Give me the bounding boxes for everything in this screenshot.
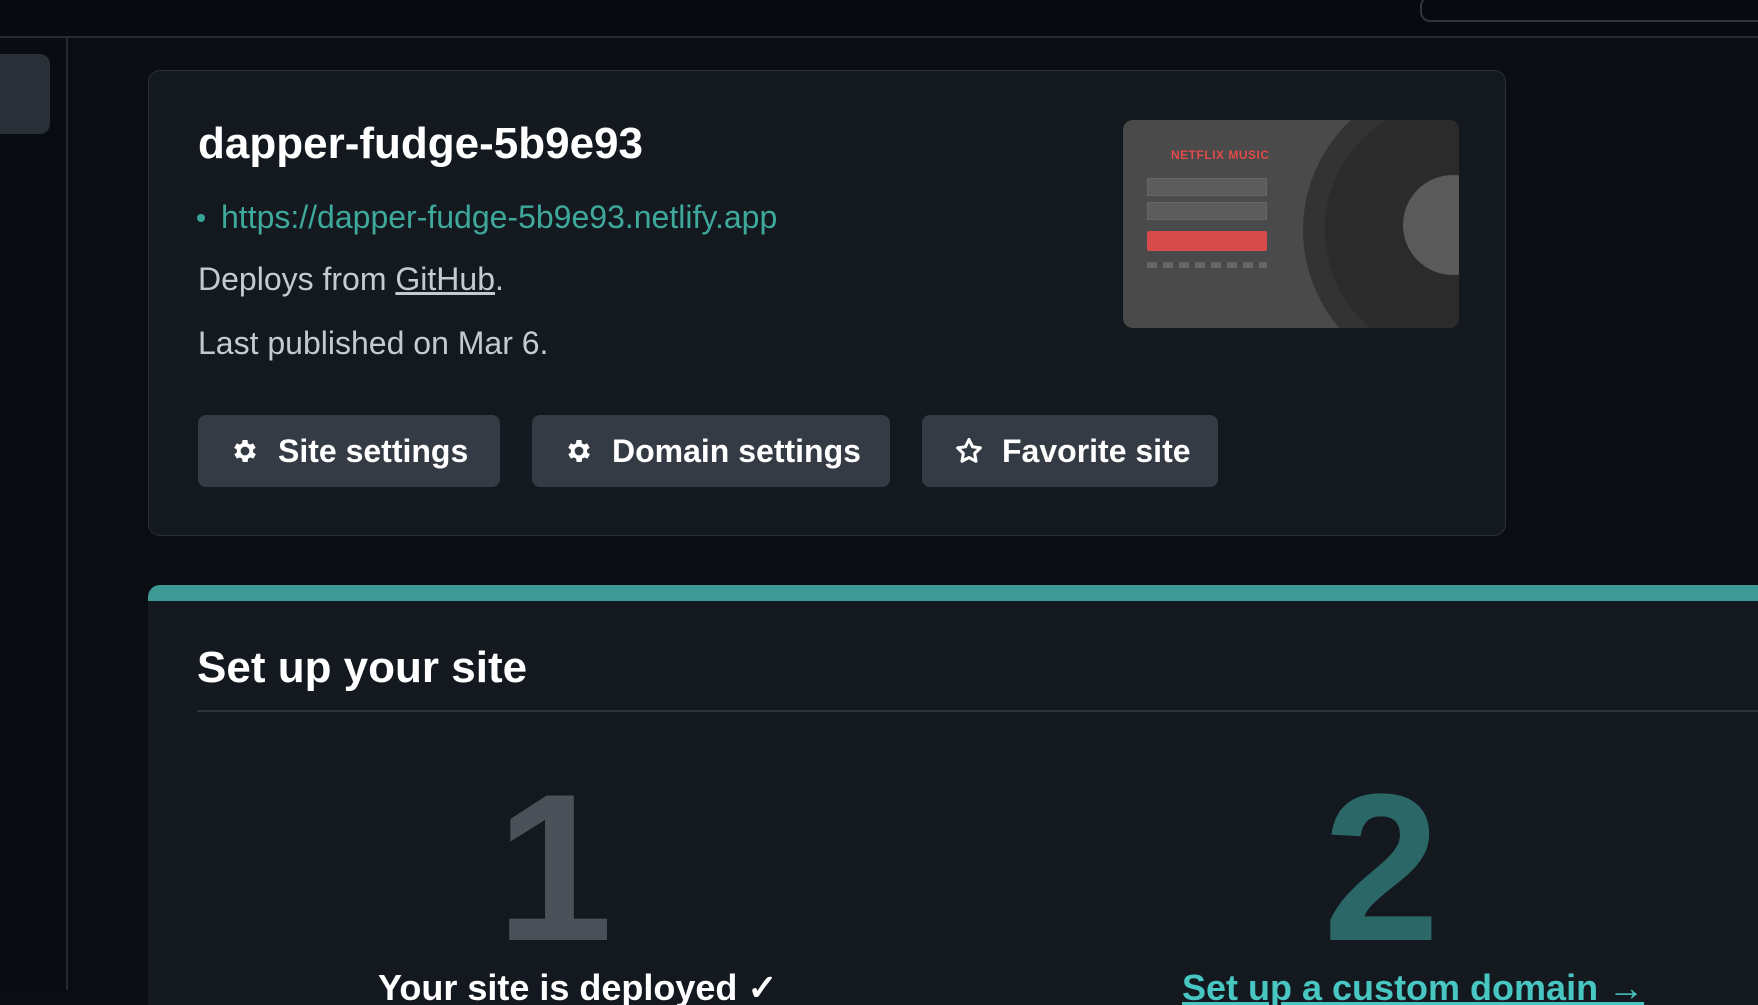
site-settings-button[interactable]: Site settings bbox=[198, 415, 500, 487]
preview-brand: NETFLIX MUSIC bbox=[1171, 148, 1270, 162]
domain-settings-label: Domain settings bbox=[612, 432, 861, 469]
preview-input bbox=[1147, 178, 1267, 196]
deploys-source-link[interactable]: GitHub bbox=[395, 261, 495, 297]
deploys-info: Deploys from GitHub. bbox=[198, 261, 504, 298]
deploys-suffix: . bbox=[494, 261, 504, 297]
preview-links bbox=[1147, 262, 1267, 268]
site-preview-thumbnail[interactable]: NETFLIX MUSIC bbox=[1123, 120, 1459, 328]
status-dot bbox=[197, 213, 205, 222]
domain-settings-button[interactable]: Domain settings bbox=[532, 415, 890, 487]
step-1-label: Your site is deployed ✓ bbox=[378, 967, 778, 1005]
gear-icon bbox=[568, 440, 590, 462]
gear-icon bbox=[234, 440, 256, 462]
favorite-site-button[interactable]: Favorite site bbox=[922, 415, 1218, 487]
step-2-number: 2 bbox=[1323, 750, 1440, 985]
site-name: dapper-fudge-5b9e93 bbox=[198, 119, 643, 168]
divider bbox=[197, 710, 1758, 712]
site-url-link[interactable]: https://dapper-fudge-5b9e93.netlify.app bbox=[221, 199, 777, 236]
setup-title: Set up your site bbox=[197, 643, 528, 692]
star-icon bbox=[956, 438, 982, 463]
step-2-link[interactable]: Set up a custom domain → bbox=[1182, 967, 1644, 1005]
preview-input bbox=[1147, 202, 1267, 220]
last-published: Last published on Mar 6. bbox=[198, 325, 549, 361]
sidebar bbox=[0, 38, 68, 990]
preview-button bbox=[1147, 231, 1267, 251]
setup-card: Set up your site 1 Your site is deployed… bbox=[148, 585, 1758, 1005]
top-bar bbox=[0, 0, 1758, 38]
favorite-site-label: Favorite site bbox=[1002, 432, 1191, 469]
deploys-prefix: Deploys from bbox=[198, 261, 387, 297]
site-overview-card: dapper-fudge-5b9e93 https://dapper-fudge… bbox=[148, 70, 1506, 536]
search-box[interactable] bbox=[1420, 0, 1758, 22]
site-settings-label: Site settings bbox=[278, 432, 469, 469]
setup-accent-bar bbox=[148, 585, 1758, 601]
step-1-number: 1 bbox=[496, 750, 613, 985]
sidebar-item-active[interactable] bbox=[0, 54, 50, 134]
site-url-row: https://dapper-fudge-5b9e93.netlify.app bbox=[197, 199, 777, 236]
